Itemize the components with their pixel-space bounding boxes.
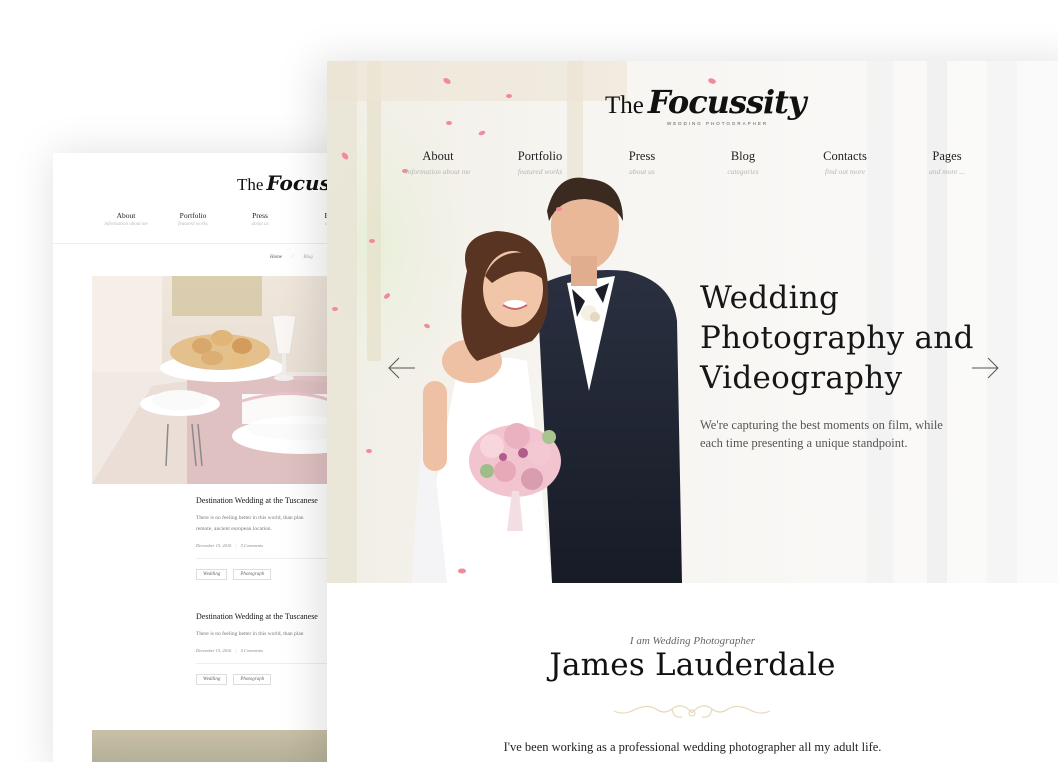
hero-description-line: We're capturing the best moments on film… [700, 418, 943, 432]
nav-label: Pages [932, 149, 962, 163]
blog-page-preview: The Focuss About information about me Por… [53, 153, 353, 762]
blog-nav-sub: information about me [104, 222, 148, 227]
blog-nav-divider [53, 243, 353, 244]
arrow-right-icon [972, 357, 999, 379]
table-setting-image [92, 276, 352, 484]
post-comments[interactable]: 5 Comments [241, 648, 263, 653]
nav-about[interactable]: About information about me [388, 149, 488, 176]
slider-next-button[interactable] [970, 357, 1000, 379]
intro-text: I've been working as a professional wedd… [503, 740, 882, 754]
breadcrumb-home[interactable]: Home [270, 255, 282, 260]
tag-wedding[interactable]: Wedding [196, 569, 228, 580]
post-featured-image[interactable] [92, 276, 352, 484]
nav-contacts[interactable]: Contacts find out more [795, 149, 895, 176]
nav-sub: featured works [517, 167, 563, 176]
slider-prev-button[interactable] [387, 357, 417, 379]
nav-sub: information about me [405, 167, 471, 176]
nav-sub: find out more [824, 167, 866, 176]
nav-pages[interactable]: Pages and more ... [897, 149, 997, 176]
nav-label: Contacts [823, 149, 867, 163]
hero-title: Wedding Photography and Videography [700, 278, 1000, 398]
arrow-left-icon [388, 357, 415, 379]
nav-label: Blog [730, 149, 756, 163]
flourish-ornament-icon [613, 705, 771, 718]
nav-sub: and more ... [929, 167, 965, 176]
hero-description: We're capturing the best moments on film… [700, 416, 960, 452]
site-logo[interactable]: The Focussity WEDDING PHOTOGRAPHER [605, 83, 807, 126]
nav-press[interactable]: Press about us [592, 149, 692, 176]
blog-logo-the: The [237, 175, 264, 194]
logo-the: The [605, 92, 644, 119]
breadcrumb-separator: / [291, 255, 294, 260]
blog-nav-label: Portfolio [179, 211, 207, 220]
blog-nav-sub: about us [251, 222, 269, 227]
intro-name: James Lauderdale [549, 647, 836, 683]
nav-blog[interactable]: Blog categories [693, 149, 793, 176]
nav-label: About [422, 149, 454, 163]
tag-wedding[interactable]: Wedding [196, 674, 228, 685]
nav-sub: about us [629, 167, 655, 176]
logo-script: Focussity [647, 83, 807, 121]
home-page-preview: The Focussity WEDDING PHOTOGRAPHER About … [327, 61, 1058, 762]
nav-label: Press [628, 149, 656, 163]
post-featured-image-2[interactable] [92, 730, 352, 762]
nav-label: Portfolio [517, 149, 563, 163]
intro-subtitle: I am Wedding Photographer [629, 635, 756, 647]
post-comments[interactable]: 5 Comments [241, 543, 263, 548]
hero-title-line: Photography and [700, 320, 974, 356]
nav-portfolio[interactable]: Portfolio featured works [490, 149, 590, 176]
breadcrumb: Home / Blog [270, 255, 313, 260]
hero-description-line: each time presenting a unique standpoint… [700, 436, 908, 450]
blog-nav-portfolio[interactable]: Portfolio featured works [158, 211, 228, 227]
blog-nav-label: Press [252, 211, 268, 220]
hero-title-line: Wedding [700, 280, 840, 316]
nav-sub: categories [727, 167, 759, 176]
post-date: December 15, 2016 [196, 543, 232, 548]
blog-nav-label: About [116, 211, 136, 220]
tag-photograph[interactable]: Photograph [233, 674, 272, 685]
blog-nav-sub: featured works [178, 222, 208, 227]
hero-title-line: Videography [700, 360, 903, 396]
breadcrumb-current: Blog [303, 255, 313, 260]
blog-nav-about[interactable]: About information about me [91, 211, 161, 227]
blog-nav-press[interactable]: Press about us [225, 211, 295, 227]
tag-photograph[interactable]: Photograph [233, 569, 272, 580]
hero-slider: The Focussity WEDDING PHOTOGRAPHER About … [327, 61, 1058, 583]
logo-tagline: WEDDING PHOTOGRAPHER [667, 121, 769, 126]
post-date: December 15, 2016 [196, 648, 232, 653]
